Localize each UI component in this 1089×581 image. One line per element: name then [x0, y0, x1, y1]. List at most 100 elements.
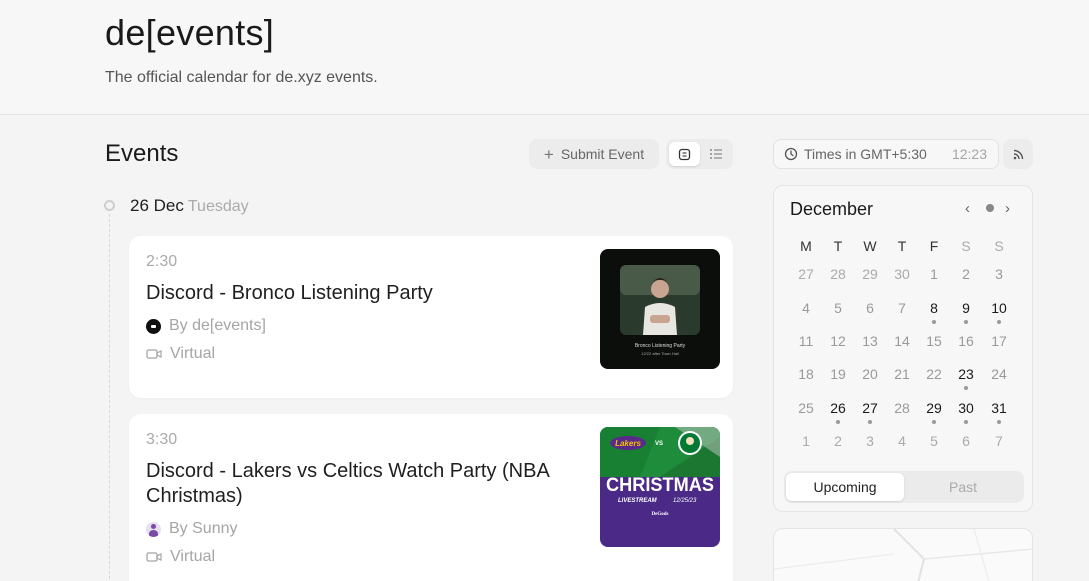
calendar-day[interactable]: 28 — [825, 266, 851, 282]
tab-past[interactable]: Past — [904, 473, 1022, 501]
chevron-left-icon[interactable]: ‹ — [965, 200, 970, 217]
calendar-day[interactable]: 19 — [825, 366, 851, 382]
event-indicator-dot — [836, 420, 840, 424]
day-date: 26 Dec — [130, 196, 184, 215]
event-indicator-dot — [932, 420, 936, 424]
calendar-day-number: 5 — [834, 300, 842, 316]
events-heading: Events — [105, 140, 179, 167]
calendar-day[interactable]: 18 — [793, 366, 819, 382]
calendar-day[interactable]: 12 — [825, 333, 851, 349]
calendar-day[interactable]: 31 — [986, 400, 1012, 424]
event-time: 3:30 — [146, 431, 178, 448]
calendar-day[interactable]: 2 — [825, 433, 851, 449]
calendar-day[interactable]: 17 — [986, 333, 1012, 349]
calendar-day[interactable]: 6 — [857, 300, 883, 316]
calendar-day-number: 6 — [866, 300, 874, 316]
calendar-day-number: 10 — [991, 300, 1007, 316]
thumb-subcaption: 12/22 after Town Hall — [641, 351, 679, 356]
calendar-day-number: 27 — [798, 266, 814, 282]
thumb-date: 12/25/23 — [673, 498, 697, 504]
calendar-day[interactable]: 8 — [921, 300, 947, 324]
event-indicator-dot — [997, 320, 1001, 324]
mini-calendar: December ‹ › M T W T F S S 27 28 29 30 1 2 3 4 5 6 7 8 9 10 1… — [773, 185, 1033, 512]
tab-upcoming[interactable]: Upcoming — [786, 473, 904, 501]
event-card[interactable]: 2:30 Discord - Bronco Listening Party By… — [129, 236, 733, 398]
calendar-day[interactable]: 29 — [921, 400, 947, 424]
calendar-day[interactable]: 27 — [857, 400, 883, 424]
calendar-day[interactable]: 21 — [889, 366, 915, 382]
calendar-day-number: 26 — [830, 400, 846, 416]
calendar-day[interactable]: 5 — [825, 300, 851, 316]
calendar-day[interactable]: 27 — [793, 266, 819, 282]
timeline-dot — [104, 200, 115, 211]
calendar-day[interactable]: 23 — [953, 366, 979, 390]
rss-feed-button[interactable] — [1003, 139, 1033, 169]
calendar-day[interactable]: 7 — [986, 433, 1012, 449]
calendar-day[interactable]: 25 — [793, 400, 819, 416]
event-host: By Sunny — [146, 520, 237, 538]
calendar-day[interactable]: 2 — [953, 266, 979, 282]
weekday-header: W — [863, 238, 877, 254]
clock-icon — [784, 147, 798, 161]
calendar-day-number: 20 — [862, 366, 878, 382]
calendar-day[interactable]: 20 — [857, 366, 883, 382]
timezone-selector[interactable]: Times in GMT+5:30 12:23 — [773, 139, 999, 169]
today-dot-button[interactable] — [986, 204, 994, 212]
calendar-day[interactable]: 24 — [986, 366, 1012, 382]
calendar-day-number: 9 — [962, 300, 970, 316]
calendar-day[interactable]: 11 — [793, 333, 819, 349]
calendar-day-number: 12 — [830, 333, 846, 349]
map-preview[interactable] — [773, 528, 1033, 581]
submit-event-button[interactable]: + Submit Event — [529, 139, 659, 169]
list-view-icon — [709, 149, 722, 159]
calendar-day[interactable]: 16 — [953, 333, 979, 349]
calendar-day-number: 19 — [830, 366, 846, 382]
calendar-day-number: 6 — [962, 433, 970, 449]
event-indicator-dot — [964, 420, 968, 424]
calendar-day-number: 7 — [995, 433, 1003, 449]
calendar-day[interactable]: 7 — [889, 300, 915, 316]
calendar-day-number: 4 — [802, 300, 810, 316]
calendar-day-number: 30 — [894, 266, 910, 282]
calendar-day[interactable]: 14 — [889, 333, 915, 349]
calendar-day[interactable]: 3 — [857, 433, 883, 449]
calendar-view-icon — [678, 148, 691, 160]
calendar-day[interactable]: 22 — [921, 366, 947, 382]
calendar-day[interactable]: 3 — [986, 266, 1012, 282]
calendar-day-number: 17 — [991, 333, 1007, 349]
thumb-headline: CHRISTMAS — [606, 475, 714, 496]
event-host-label: By Sunny — [169, 520, 238, 537]
calendar-day[interactable]: 30 — [953, 400, 979, 424]
calendar-day[interactable]: 1 — [793, 433, 819, 449]
calendar-day-number: 7 — [898, 300, 906, 316]
calendar-view-button[interactable] — [669, 142, 700, 166]
calendar-day[interactable]: 4 — [793, 300, 819, 316]
page-title: de[events] — [105, 12, 275, 53]
calendar-day[interactable]: 15 — [921, 333, 947, 349]
calendar-day[interactable]: 5 — [921, 433, 947, 449]
calendar-day[interactable]: 10 — [986, 300, 1012, 324]
calendar-day[interactable]: 26 — [825, 400, 851, 424]
calendar-day-number: 16 — [958, 333, 974, 349]
calendar-day-number: 14 — [894, 333, 910, 349]
list-view-button[interactable] — [700, 142, 731, 166]
map-image — [774, 529, 1032, 581]
thumb-team1: Lakers — [615, 439, 641, 448]
video-camera-icon — [146, 552, 162, 562]
calendar-day[interactable]: 4 — [889, 433, 915, 449]
calendar-day[interactable]: 9 — [953, 300, 979, 324]
calendar-day-number: 22 — [926, 366, 942, 382]
rss-icon — [1013, 149, 1023, 159]
calendar-day-number: 18 — [798, 366, 814, 382]
calendar-day[interactable]: 30 — [889, 266, 915, 282]
calendar-day[interactable]: 1 — [921, 266, 947, 282]
calendar-day[interactable]: 29 — [857, 266, 883, 282]
calendar-day[interactable]: 28 — [889, 400, 915, 416]
calendar-day-number: 30 — [958, 400, 974, 416]
calendar-day[interactable]: 6 — [953, 433, 979, 449]
calendar-day[interactable]: 13 — [857, 333, 883, 349]
event-card[interactable]: 3:30 Discord - Lakers vs Celtics Watch P… — [129, 414, 733, 581]
event-location-label: Virtual — [170, 548, 216, 565]
event-host-label: By de[events] — [169, 317, 266, 334]
chevron-right-icon[interactable]: › — [1005, 200, 1010, 217]
